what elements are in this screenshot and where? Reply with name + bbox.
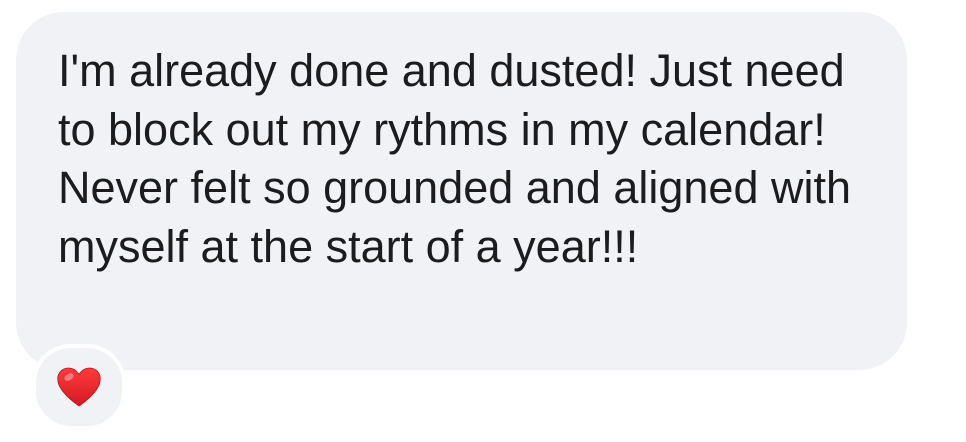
message-text: I'm already done and dusted! Just need t… [58,45,852,272]
heart-reaction[interactable] [32,344,126,430]
message-bubble[interactable]: I'm already done and dusted! Just need t… [16,12,907,370]
heart-icon [57,367,101,407]
